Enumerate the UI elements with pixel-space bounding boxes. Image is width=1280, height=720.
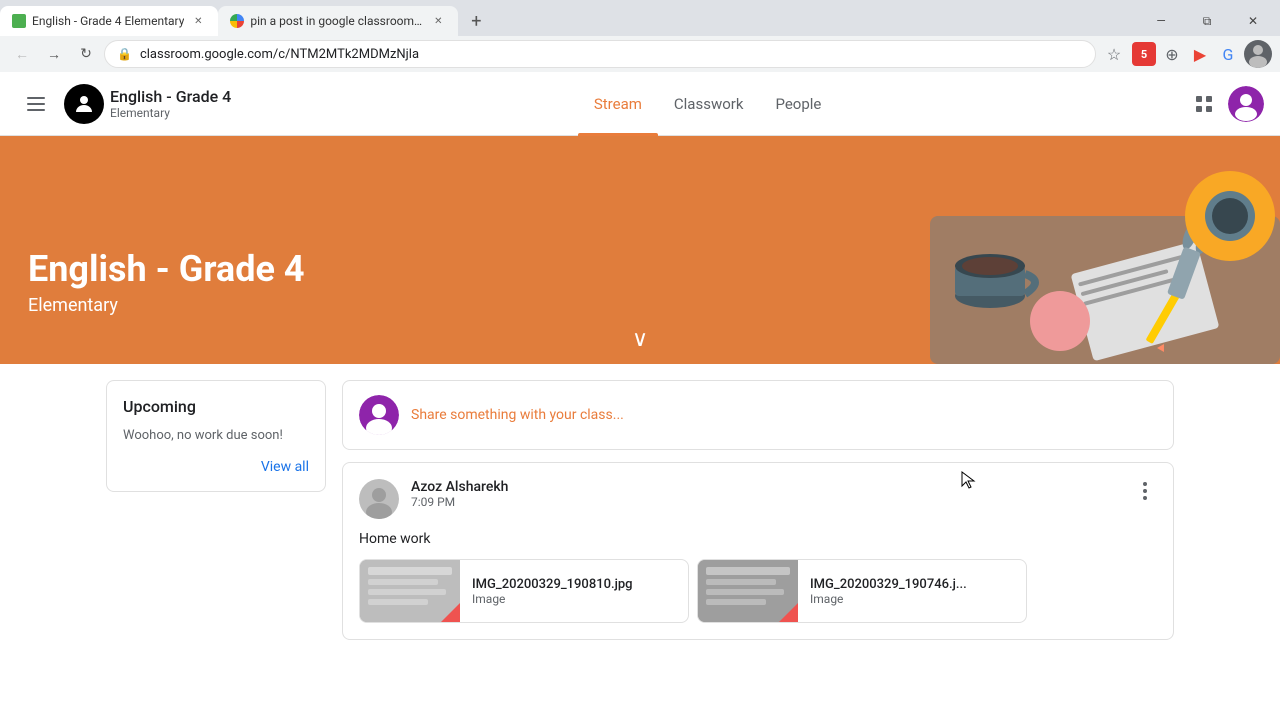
attachment-2[interactable]: IMG_20200329_190746.j... Image — [697, 559, 1027, 623]
attachment-thumb-2 — [698, 559, 798, 623]
class-title: English - Grade 4 — [110, 87, 231, 106]
app-container: English - Grade 4 Elementary Stream Clas… — [0, 72, 1280, 720]
banner-illustration — [880, 136, 1280, 364]
tab-title-2: pin a post in google classroom s... — [250, 14, 424, 28]
logo-icon — [64, 84, 104, 124]
tab-favicon-1 — [12, 14, 26, 28]
post-content: Home work — [359, 531, 1157, 547]
bookmark-button[interactable]: ☆ — [1100, 40, 1128, 68]
header-logo[interactable]: English - Grade 4 Elementary — [64, 84, 231, 124]
attachment-1[interactable]: IMG_20200329_190810.jpg Image — [359, 559, 689, 623]
post-time: 7:09 PM — [411, 495, 1121, 509]
hamburger-icon — [27, 97, 45, 111]
ext-icon-3[interactable]: ▶ — [1188, 42, 1212, 66]
post-avatar — [359, 479, 399, 519]
lock-icon: 🔒 — [117, 47, 132, 61]
stream-layout: Upcoming Woohoo, no work due soon! View … — [90, 364, 1190, 640]
new-tab-button[interactable]: + — [462, 7, 490, 35]
attachment-info-2: IMG_20200329_190746.j... Image — [798, 569, 1026, 614]
share-box[interactable]: Share something with your class... — [342, 380, 1174, 450]
browser-chrome: English - Grade 4 Elementary ✕ pin a pos… — [0, 0, 1280, 72]
upcoming-title: Upcoming — [123, 397, 309, 416]
app-header: English - Grade 4 Elementary Stream Clas… — [0, 72, 1280, 136]
banner-chevron[interactable]: ∨ — [632, 327, 648, 352]
user-avatar[interactable] — [1228, 86, 1264, 122]
apps-button[interactable] — [1184, 84, 1224, 124]
upcoming-card: Upcoming Woohoo, no work due soon! View … — [106, 380, 326, 492]
main-content: English - Grade 4 Elementary — [0, 136, 1280, 720]
vertical-dots-icon — [1143, 482, 1147, 500]
address-bar[interactable]: 🔒 classroom.google.com/c/NTM2MTk2MDMzNjl… — [104, 40, 1096, 68]
share-avatar — [359, 395, 399, 435]
tab-bar: English - Grade 4 Elementary ✕ pin a pos… — [0, 0, 1280, 36]
tab-title-1: English - Grade 4 Elementary — [32, 14, 184, 28]
right-panel: Share something with your class... — [342, 380, 1174, 640]
close-button[interactable]: ✕ — [1230, 6, 1276, 36]
attachment-filename-1: IMG_20200329_190810.jpg — [472, 577, 676, 592]
attachment-thumb-1 — [360, 559, 460, 623]
back-button[interactable]: ← — [8, 40, 36, 68]
maximize-button[interactable]: ⧉ — [1184, 6, 1230, 36]
nav-item-people[interactable]: People — [759, 72, 837, 136]
menu-button[interactable] — [16, 84, 56, 124]
view-all-link[interactable]: View all — [123, 459, 309, 475]
browser-controls: ← → ↻ 🔒 classroom.google.com/c/NTM2MTk2M… — [0, 36, 1280, 72]
ext-icon-1[interactable]: 5 — [1132, 42, 1156, 66]
nav-item-stream[interactable]: Stream — [578, 72, 658, 136]
post-meta: Azoz Alsharekh 7:09 PM — [411, 479, 1121, 509]
minimize-button[interactable]: — — [1138, 6, 1184, 36]
share-placeholder: Share something with your class... — [411, 407, 1157, 423]
ext-icon-2[interactable]: ⊕ — [1160, 42, 1184, 66]
banner-subtitle: Elementary — [28, 295, 305, 316]
attachment-type-2: Image — [810, 592, 1014, 606]
left-panel: Upcoming Woohoo, no work due soon! View … — [106, 380, 326, 640]
post-card: Azoz Alsharekh 7:09 PM — [342, 462, 1174, 640]
class-banner: English - Grade 4 Elementary — [0, 136, 1280, 364]
address-text: classroom.google.com/c/NTM2MTk2MDMzNjla — [140, 47, 1083, 62]
tab-close-1[interactable]: ✕ — [190, 13, 206, 29]
post-author: Azoz Alsharekh — [411, 479, 1121, 495]
browser-actions: ☆ 5 ⊕ ▶ G — [1100, 40, 1272, 68]
class-subtitle: Elementary — [110, 106, 231, 120]
tab-close-2[interactable]: ✕ — [430, 13, 446, 29]
upcoming-empty-text: Woohoo, no work due soon! — [123, 428, 309, 443]
browser-profile[interactable] — [1244, 40, 1272, 68]
logo-text: English - Grade 4 Elementary — [110, 87, 231, 120]
attachment-info-1: IMG_20200329_190810.jpg Image — [460, 569, 688, 614]
banner-text: English - Grade 4 Elementary — [28, 248, 305, 316]
attachment-type-1: Image — [472, 592, 676, 606]
tab-2[interactable]: pin a post in google classroom s... ✕ — [218, 6, 458, 36]
header-nav: Stream Classwork People — [231, 72, 1184, 136]
post-menu-button[interactable] — [1133, 479, 1157, 503]
banner-title: English - Grade 4 — [28, 248, 305, 291]
nav-item-classwork[interactable]: Classwork — [658, 72, 760, 136]
post-header: Azoz Alsharekh 7:09 PM — [359, 479, 1157, 519]
header-nav-wrapper: Stream Classwork People — [231, 72, 1184, 136]
content-area: English - Grade 4 Elementary — [0, 136, 1280, 720]
tab-1[interactable]: English - Grade 4 Elementary ✕ — [0, 6, 218, 36]
reload-button[interactable]: ↻ — [72, 40, 100, 68]
tab-favicon-2 — [230, 14, 244, 28]
ext-icon-4[interactable]: G — [1216, 42, 1240, 66]
forward-button[interactable]: → — [40, 40, 68, 68]
header-right — [1184, 84, 1264, 124]
attachments: IMG_20200329_190810.jpg Image — [359, 559, 1157, 623]
attachment-filename-2: IMG_20200329_190746.j... — [810, 577, 1014, 592]
